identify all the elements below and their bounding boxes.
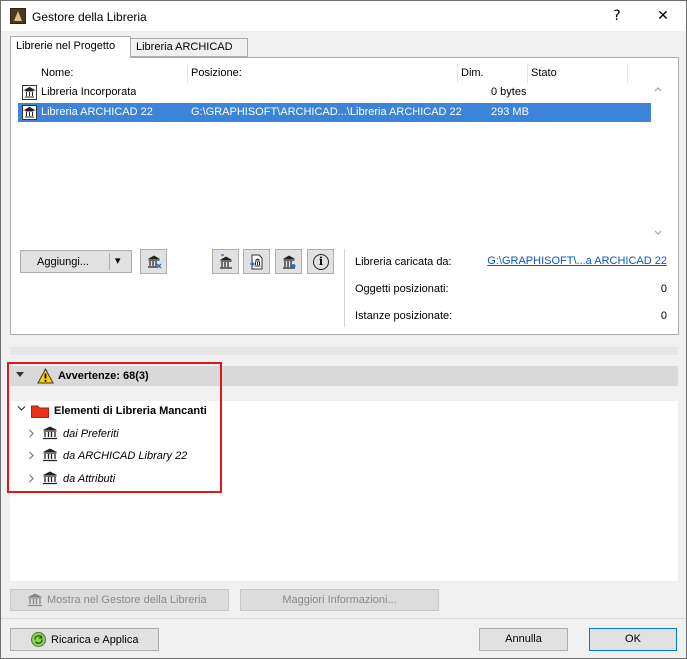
document-export-icon <box>249 254 265 270</box>
library-icon <box>22 105 37 120</box>
title-bar: Gestore della Libreria ? ✕ <box>1 1 686 31</box>
info-button[interactable]: i <box>307 249 334 274</box>
show-in-manager-button[interactable]: Mostra nel Gestore della Libreria <box>10 589 229 611</box>
close-button[interactable]: ✕ <box>641 1 685 31</box>
column-header-location[interactable]: Posizione: <box>188 64 458 83</box>
placed-objects-value: 0 <box>660 283 667 295</box>
scroll-down-icon[interactable] <box>654 230 662 238</box>
library-size: 293 MB <box>491 106 529 118</box>
placed-objects-label: Oggetti posizionati: <box>355 283 449 295</box>
tab-project-libraries[interactable]: Librerie nel Progetto <box>10 36 131 58</box>
highlight-annotation-box <box>7 362 222 493</box>
help-button[interactable]: ? <box>595 1 639 31</box>
scroll-up-icon[interactable] <box>654 86 662 94</box>
library-gear-icon <box>281 254 297 270</box>
placed-instances-value: 0 <box>660 310 667 322</box>
add-library-button[interactable]: Aggiungi... ▾ <box>20 250 132 273</box>
add-button-label: Aggiungi... <box>37 256 89 268</box>
chevron-down-icon[interactable]: ▾ <box>115 254 121 267</box>
reload-icon <box>31 632 46 647</box>
library-remove-icon <box>146 254 162 270</box>
show-in-manager-label: Mostra nel Gestore della Libreria <box>47 594 207 606</box>
library-settings-button[interactable] <box>275 249 302 274</box>
info-icon: i <box>313 254 329 270</box>
library-name: Libreria ARCHICAD 22 <box>41 106 153 118</box>
column-header-size[interactable]: Dim. <box>458 64 528 83</box>
library-move-icon <box>218 254 234 270</box>
reload-apply-label: Ricarica e Applica <box>51 634 139 646</box>
loaded-from-link[interactable]: G:\GRAPHISOFT\...a ARCHICAD 22 <box>481 255 667 267</box>
loaded-from-label: Libreria caricata da: <box>355 256 452 268</box>
archicad-app-icon <box>10 8 26 24</box>
cancel-button[interactable]: Annulla <box>479 628 568 651</box>
window-title: Gestore della Libreria <box>32 10 147 24</box>
column-header-name[interactable]: Nome: <box>38 64 188 83</box>
library-size: 0 bytes <box>491 86 527 98</box>
list-scrollbar[interactable] <box>651 64 665 242</box>
remove-library-button[interactable] <box>140 249 167 274</box>
placed-instances-label: Istanze posizionate: <box>355 310 453 322</box>
tab-archicad-library[interactable]: Libreria ARCHICAD 22 <box>130 38 248 70</box>
library-name: Libreria Incorporata <box>41 86 137 98</box>
table-row[interactable]: Libreria Incorporata 0 bytes <box>18 83 651 102</box>
library-manager-dialog: Gestore della Libreria ? ✕ Librerie nel … <box>0 0 687 659</box>
ok-button[interactable]: OK <box>589 628 677 651</box>
library-up-button[interactable] <box>212 249 239 274</box>
table-row[interactable]: Libreria ARCHICAD 22 G:\GRAPHISOFT\ARCHI… <box>18 103 651 122</box>
library-icon <box>27 593 43 607</box>
reload-apply-button[interactable]: Ricarica e Applica <box>10 628 159 651</box>
column-header-status[interactable]: Stato <box>528 64 628 83</box>
library-path: G:\GRAPHISOFT\ARCHICAD...\Libreria ARCHI… <box>191 106 462 118</box>
library-export-button[interactable] <box>243 249 270 274</box>
more-info-button[interactable]: Maggiori Informazioni... <box>240 589 439 611</box>
library-icon <box>22 85 37 100</box>
